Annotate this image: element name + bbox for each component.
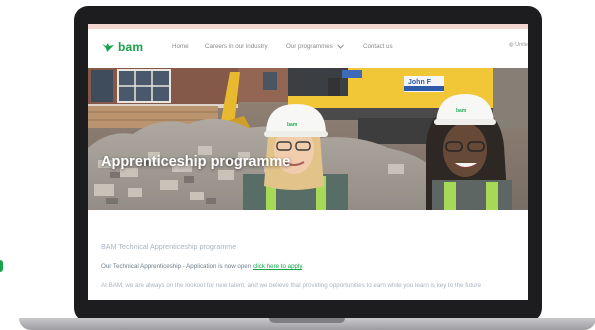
site-header: bam Home Careers in our industry Our pro… — [88, 29, 528, 66]
hero-photo: John F — [88, 68, 528, 210]
nav-contact-us[interactable]: Contact us — [363, 43, 393, 50]
apply-suffix: . — [302, 263, 304, 270]
nav-our-programmes-label: Our programmes — [286, 43, 333, 50]
application-status-text: Our Technical Apprenticeship - Applicati… — [101, 263, 304, 270]
utility-link[interactable]: ◍ Unite — [509, 42, 528, 48]
section-title: BAM Technical Apprenticeship programme — [101, 242, 237, 251]
bam-logo[interactable]: bam — [101, 40, 143, 54]
nav-careers-in-our-industry[interactable]: Careers in our industry — [205, 43, 268, 50]
laptop-notch — [269, 318, 345, 323]
bird-logo-icon — [101, 42, 115, 53]
hero-banner: John F — [88, 68, 528, 210]
utility-link-label: Unite — [515, 42, 528, 48]
hero-title: Apprenticeship programme — [101, 154, 291, 170]
nav-home[interactable]: Home — [172, 43, 189, 50]
intro-paragraph: At BAM, we are always on the lookout for… — [101, 282, 482, 289]
chevron-down-icon — [336, 44, 344, 49]
application-status-label: Our Technical Apprenticeship - Applicati… — [101, 263, 252, 270]
globe-icon: ◍ — [508, 42, 514, 48]
nav-our-programmes[interactable]: Our programmes — [286, 43, 344, 50]
page-content: BAM Technical Apprenticeship programme O… — [88, 210, 528, 300]
laptop-screen: bam Home Careers in our industry Our pro… — [88, 24, 528, 300]
apply-link[interactable]: click here to apply — [253, 263, 302, 270]
feedback-tab[interactable] — [0, 260, 3, 272]
logo-text: bam — [118, 40, 144, 54]
